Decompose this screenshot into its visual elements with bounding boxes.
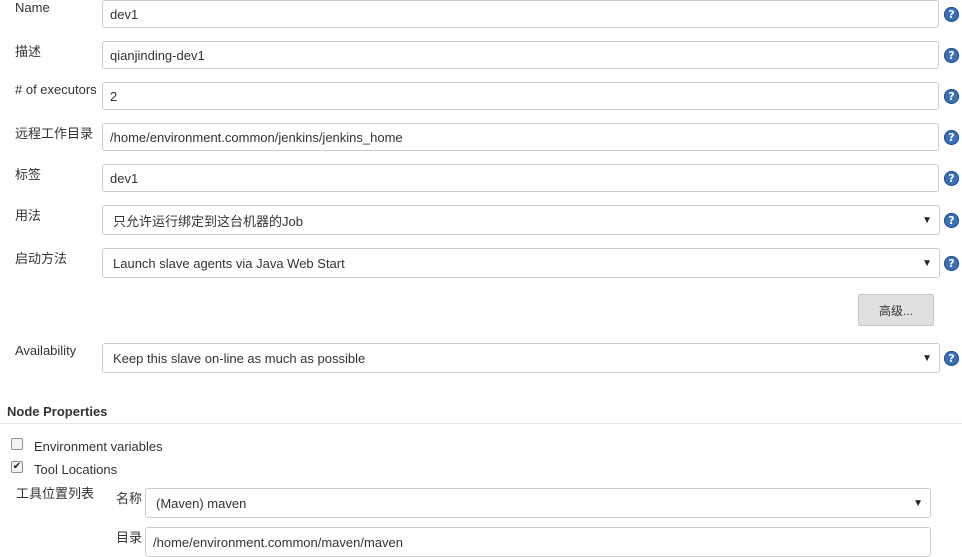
help-icon[interactable]: ? [944,89,959,104]
launch-method-selected-value: Launch slave agents via Java Web Start [113,255,345,271]
advanced-button[interactable]: 高级... [858,294,934,326]
tool-name-label: 名称 [116,491,143,506]
help-icon[interactable]: ? [944,48,959,63]
help-icon[interactable]: ? [944,7,959,22]
usage-selected-value: 只允许运行绑定到这台机器的Job [113,213,303,229]
labels-label: 标签 [15,167,42,182]
remote-root-label: 远程工作目录 [15,126,94,141]
help-icon[interactable]: ? [944,256,959,271]
help-icon[interactable]: ? [944,171,959,186]
availability-selected-value: Keep this slave on-line as much as possi… [113,350,366,366]
help-icon[interactable]: ? [944,213,959,228]
checkmark-icon: ✔ [12,461,22,472]
tool-name-selected-value: (Maven) maven [156,495,247,511]
tool-locations-label[interactable]: Tool Locations [34,462,117,477]
availability-select[interactable]: Keep this slave on-line as much as possi… [102,343,940,373]
tool-home-label: 目录 [116,530,143,545]
node-properties-heading: Node Properties [7,404,108,419]
tool-locations-checkbox[interactable]: ✔ [11,461,23,473]
section-divider [0,423,962,424]
chevron-down-icon: ▼ [922,257,932,269]
chevron-down-icon: ▼ [922,214,932,226]
tool-list-label: 工具位置列表 [16,486,95,501]
env-vars-label[interactable]: Environment variables [34,439,163,454]
chevron-down-icon: ▼ [913,497,923,509]
tool-name-select[interactable]: (Maven) maven ▼ [145,488,931,518]
launch-method-select[interactable]: Launch slave agents via Java Web Start ▼ [102,248,940,278]
name-label: Name [15,0,50,15]
executors-label: # of executors [15,82,97,97]
launch-method-label: 启动方法 [15,251,68,266]
remote-root-input[interactable] [102,123,939,151]
usage-select[interactable]: 只允许运行绑定到这台机器的Job ▼ [102,205,940,235]
usage-label: 用法 [15,208,42,223]
name-input[interactable] [102,0,939,28]
help-icon[interactable]: ? [944,351,959,366]
tool-home-input[interactable] [145,527,931,557]
description-label: 描述 [15,44,42,59]
env-vars-checkbox[interactable] [11,438,23,450]
executors-input[interactable] [102,82,939,110]
labels-input[interactable] [102,164,939,192]
availability-label: Availability [15,343,77,358]
description-input[interactable] [102,41,939,69]
chevron-down-icon: ▼ [922,352,932,364]
help-icon[interactable]: ? [944,130,959,145]
